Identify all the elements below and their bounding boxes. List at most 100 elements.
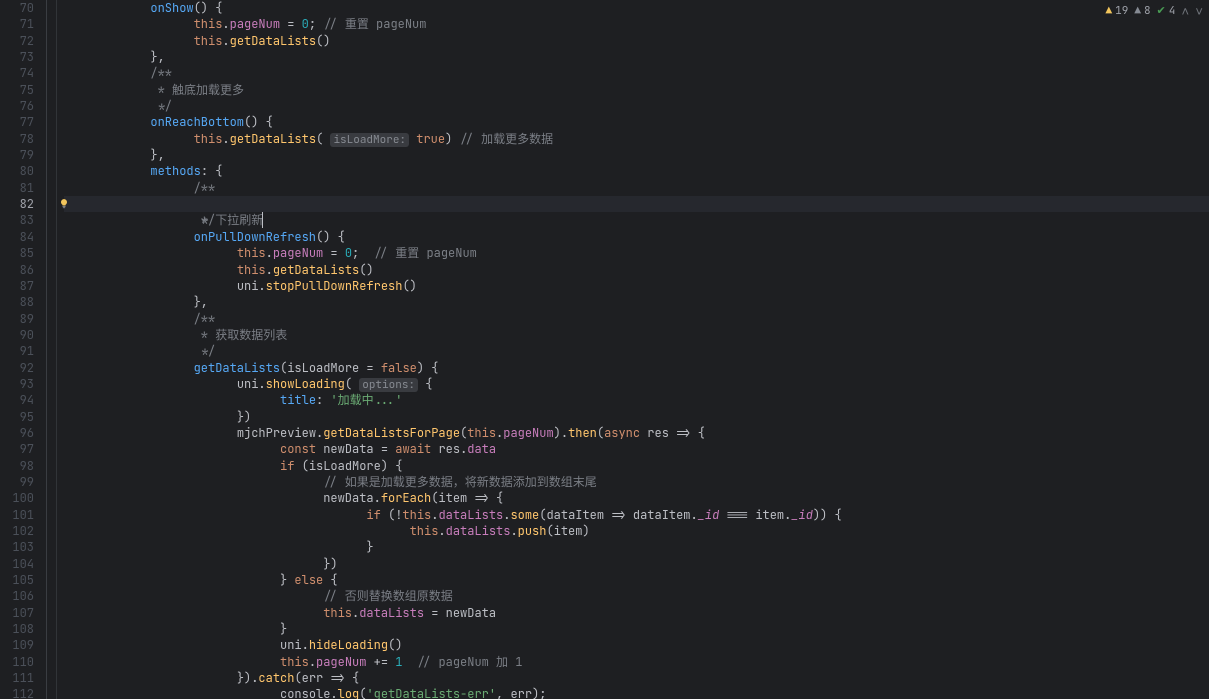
code-line[interactable]: newData.forEach(item => {: [56, 490, 1209, 506]
warnings-weak[interactable]: ▲ 8: [1134, 4, 1150, 18]
code-line[interactable]: /**: [56, 65, 1209, 81]
line-number: 88: [0, 294, 34, 310]
code-text: this.pageNum = 0; // 重置 pageNum: [64, 16, 426, 32]
warnings-yellow[interactable]: ▲ 19: [1106, 4, 1129, 18]
code-line[interactable]: }: [56, 621, 1209, 637]
inspection-summary[interactable]: ▲ 19 ▲ 8 ✔ 4 ˄ ˅: [1106, 4, 1203, 18]
code-line[interactable]: /**: [56, 311, 1209, 327]
code-text: this.getDataLists(): [64, 262, 374, 278]
line-number: 104: [0, 556, 34, 572]
code-line[interactable]: methods: {: [56, 163, 1209, 179]
code-line[interactable]: title: '加载中...': [56, 392, 1209, 408]
weak-warning-icon: ▲: [1134, 4, 1141, 18]
code-text: this.pageNum = 0; // 重置 pageNum: [64, 245, 477, 261]
code-line[interactable]: console.log('getDataLists-err', err);: [56, 686, 1209, 699]
line-number: 108: [0, 621, 34, 637]
code-area[interactable]: onShow() { this.pageNum = 0; // 重置 pageN…: [56, 0, 1209, 699]
line-number: 70: [0, 0, 34, 16]
code-line[interactable]: * 下拉刷新: [56, 196, 1209, 212]
line-number: 103: [0, 539, 34, 555]
code-line[interactable]: onPullDownRefresh() {: [56, 229, 1209, 245]
code-editor[interactable]: ▲ 19 ▲ 8 ✔ 4 ˄ ˅ 70717273747576777879808…: [0, 0, 1209, 699]
code-text: if (!this.dataLists.some(dataItem => dat…: [64, 507, 842, 523]
code-line[interactable]: this.dataLists = newData: [56, 605, 1209, 621]
code-line[interactable]: if (!this.dataLists.some(dataItem => dat…: [56, 507, 1209, 523]
inspection-up-icon[interactable]: ˄: [1181, 5, 1189, 18]
code-line[interactable]: */: [56, 98, 1209, 114]
code-line[interactable]: */: [56, 343, 1209, 359]
code-text: uni.stopPullDownRefresh(): [64, 278, 417, 294]
code-text: mjchPreview.getDataListsForPage(this.pag…: [64, 425, 705, 441]
scrollbar-track[interactable]: [1197, 0, 1209, 699]
code-text: },: [64, 294, 208, 310]
code-line[interactable]: this.getDataLists( isLoadMore: true) // …: [56, 131, 1209, 147]
code-text: this.getDataLists( isLoadMore: true) // …: [64, 131, 553, 147]
code-line[interactable]: * 触底加载更多: [56, 82, 1209, 98]
code-line[interactable]: }: [56, 539, 1209, 555]
line-number: 97: [0, 441, 34, 457]
line-number: 101: [0, 507, 34, 523]
typos-green[interactable]: ✔ 4: [1157, 4, 1176, 18]
intention-bulb-icon[interactable]: [58, 198, 70, 210]
line-number: 98: [0, 458, 34, 474]
code-line[interactable]: }): [56, 409, 1209, 425]
line-number: 72: [0, 33, 34, 49]
typo-icon: ✔: [1157, 4, 1166, 18]
code-line[interactable]: },: [56, 49, 1209, 65]
line-number: 94: [0, 392, 34, 408]
line-number: 106: [0, 588, 34, 604]
code-text: /**: [64, 65, 172, 81]
code-line[interactable]: uni.hideLoading(): [56, 637, 1209, 653]
line-number-gutter[interactable]: 7071727374757677787980818283848586878889…: [0, 0, 44, 699]
code-line[interactable]: } else {: [56, 572, 1209, 588]
code-text: methods: {: [64, 163, 222, 179]
code-text: } else {: [64, 572, 338, 588]
code-line[interactable]: onReachBottom() {: [56, 114, 1209, 130]
line-number: 109: [0, 637, 34, 653]
code-line[interactable]: if (isLoadMore) {: [56, 458, 1209, 474]
line-number: 90: [0, 327, 34, 343]
line-number: 77: [0, 114, 34, 130]
code-line[interactable]: },: [56, 147, 1209, 163]
line-number: 112: [0, 686, 34, 699]
line-number: 75: [0, 82, 34, 98]
code-line[interactable]: }): [56, 556, 1209, 572]
code-line[interactable]: this.pageNum = 0; // 重置 pageNum: [56, 16, 1209, 32]
code-line[interactable]: this.pageNum += 1 // pageNum 加 1: [56, 654, 1209, 670]
line-number: 78: [0, 131, 34, 147]
line-number: 82: [0, 196, 34, 212]
line-number: 105: [0, 572, 34, 588]
code-line[interactable]: * 获取数据列表: [56, 327, 1209, 343]
code-line[interactable]: this.pageNum = 0; // 重置 pageNum: [56, 245, 1209, 261]
code-text: if (isLoadMore) {: [64, 458, 402, 474]
code-text: }).catch(err => {: [64, 670, 359, 686]
inspection-down-icon[interactable]: ˅: [1195, 5, 1203, 18]
code-text: onShow() {: [64, 0, 222, 16]
warnings-weak-count: 8: [1144, 4, 1151, 18]
code-line[interactable]: },: [56, 294, 1209, 310]
code-line[interactable]: // 如果是加载更多数据，将新数据添加到数组末尾: [56, 474, 1209, 490]
code-line[interactable]: this.getDataLists(): [56, 33, 1209, 49]
code-line[interactable]: this.dataLists.push(item): [56, 523, 1209, 539]
code-line[interactable]: this.getDataLists(): [56, 262, 1209, 278]
code-text: onPullDownRefresh() {: [64, 229, 345, 245]
code-line[interactable]: const newData = await res.data: [56, 441, 1209, 457]
code-text: const newData = await res.data: [64, 441, 496, 457]
code-line[interactable]: uni.stopPullDownRefresh(): [56, 278, 1209, 294]
code-text: }): [64, 556, 338, 572]
code-line[interactable]: }).catch(err => {: [56, 670, 1209, 686]
code-text: /**: [64, 311, 215, 327]
code-text: uni.showLoading( options: {: [64, 376, 432, 392]
fold-column[interactable]: [44, 0, 56, 699]
code-line[interactable]: mjchPreview.getDataListsForPage(this.pag…: [56, 425, 1209, 441]
line-number: 91: [0, 343, 34, 359]
code-text: this.dataLists = newData: [64, 605, 496, 621]
line-number: 93: [0, 376, 34, 392]
code-line[interactable]: onShow() {: [56, 0, 1209, 16]
code-line[interactable]: uni.showLoading( options: {: [56, 376, 1209, 392]
code-line[interactable]: getDataLists(isLoadMore = false) {: [56, 360, 1209, 376]
code-text: this.dataLists.push(item): [64, 523, 590, 539]
code-line[interactable]: /**: [56, 180, 1209, 196]
code-line[interactable]: // 否则替换数组原数据: [56, 588, 1209, 604]
line-number: 83: [0, 212, 34, 228]
